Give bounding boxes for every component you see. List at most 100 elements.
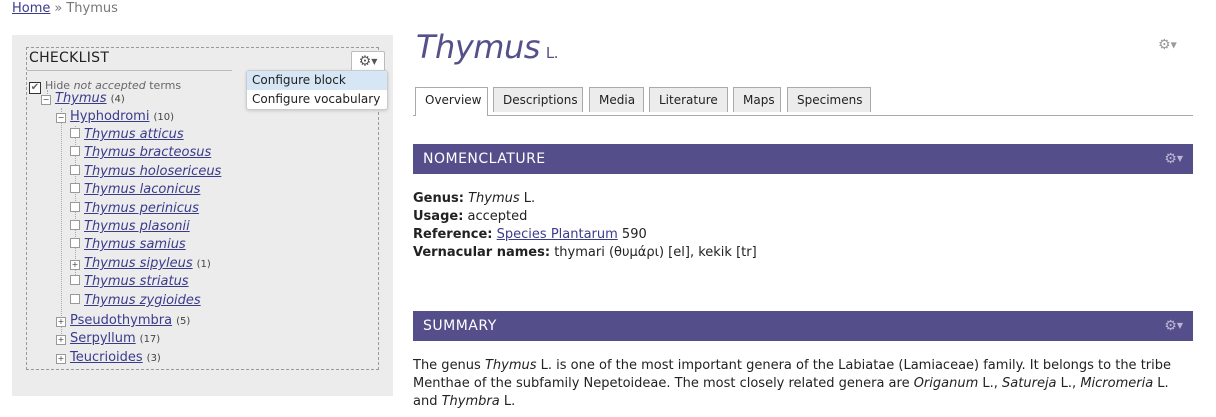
tree-link-hyphodromi[interactable]: Hyphodromi bbox=[70, 109, 149, 124]
collapse-icon[interactable]: − bbox=[41, 95, 51, 105]
leaf-icon bbox=[70, 220, 80, 230]
leaf-icon bbox=[70, 165, 80, 175]
summary-genus: Thymus bbox=[484, 358, 537, 373]
sidebar: CHECKLIST ⚙▼ Configure block Configure v… bbox=[12, 35, 393, 396]
leaf-icon bbox=[70, 202, 80, 212]
expand-icon[interactable]: + bbox=[70, 260, 80, 270]
tree-count: (4) bbox=[110, 94, 125, 105]
collapse-icon[interactable]: − bbox=[56, 113, 66, 123]
taxon-author: L. bbox=[545, 44, 559, 62]
tab-descriptions[interactable]: Descriptions bbox=[493, 87, 583, 112]
chevron-down-icon: ▼ bbox=[1176, 321, 1183, 330]
menu-item-configure-block[interactable]: Configure block bbox=[247, 71, 387, 90]
leaf-icon bbox=[70, 294, 80, 304]
usage-label: Usage: bbox=[413, 209, 464, 224]
tree-count: (10) bbox=[153, 112, 174, 123]
tree-link-thymus-laconicus[interactable]: Thymus laconicus bbox=[84, 182, 200, 197]
vernacular-value: thymari (θυμάρι) [el], kekik [tr] bbox=[550, 245, 757, 260]
gear-icon: ⚙ bbox=[1158, 37, 1171, 53]
summary-text: The genus Thymus L. is one of the most i… bbox=[413, 357, 1183, 411]
expand-icon[interactable]: + bbox=[56, 317, 66, 327]
tree-link-thymus-samius[interactable]: Thymus samius bbox=[84, 237, 186, 252]
tree-node-teucrioides: + Teucrioides (3) bbox=[56, 350, 161, 365]
tree-link-thymus-bracteosus[interactable]: Thymus bracteosus bbox=[84, 145, 211, 160]
chevron-down-icon: ▼ bbox=[371, 57, 378, 66]
summary-genus: Thymbra bbox=[441, 394, 500, 409]
tree-link-thymus-striatus[interactable]: Thymus striatus bbox=[84, 274, 189, 289]
tab-overview[interactable]: Overview bbox=[415, 87, 488, 116]
expand-icon[interactable]: + bbox=[56, 335, 66, 345]
nomenclature-header: NOMENCLATURE ⚙▼ bbox=[413, 144, 1193, 174]
gear-icon: ⚙ bbox=[358, 53, 372, 70]
tree-count: (1) bbox=[196, 259, 211, 270]
tree-node-pseudothymbra: + Pseudothymbra (5) bbox=[56, 313, 190, 328]
summary-text-part: L., bbox=[1056, 376, 1081, 391]
gear-icon: ⚙ bbox=[1164, 318, 1177, 334]
tab-maps[interactable]: Maps bbox=[733, 87, 781, 112]
hide-not-accepted-checkbox[interactable]: ✔ bbox=[29, 82, 41, 94]
tree-link-thymus-holosericeus[interactable]: Thymus holosericeus bbox=[84, 164, 221, 179]
reference-link[interactable]: Species Plantarum bbox=[497, 227, 618, 242]
summary-config-button[interactable]: ⚙▼ bbox=[1164, 311, 1183, 341]
tree-node-thymus-zygioides: Thymus zygioides bbox=[70, 293, 201, 308]
vernacular-row: Vernacular names: thymari (θυμάρι) [el],… bbox=[413, 244, 757, 262]
page-title: Thymus L. bbox=[416, 28, 559, 66]
tree-node-hyphodromi: − Hyphodromi (10) bbox=[56, 109, 174, 124]
checklist-config-button[interactable]: ⚙▼ bbox=[351, 51, 385, 72]
tab-media[interactable]: Media bbox=[589, 87, 644, 112]
page-config-button[interactable]: ⚙▼ bbox=[1158, 37, 1177, 53]
genus-row: Genus: Thymus L. bbox=[413, 190, 757, 208]
tree-link-thymus[interactable]: Thymus bbox=[55, 91, 107, 106]
tree-link-thymus-zygioides[interactable]: Thymus zygioides bbox=[84, 293, 201, 308]
tree-connector bbox=[61, 108, 62, 338]
tab-literature[interactable]: Literature bbox=[649, 87, 728, 112]
tree-node-thymus-bracteosus: Thymus bracteosus bbox=[70, 145, 211, 160]
checklist-title: CHECKLIST bbox=[29, 50, 110, 66]
leaf-icon bbox=[70, 183, 80, 193]
nomenclature-heading: NOMENCLATURE bbox=[423, 151, 546, 167]
reference-label: Reference: bbox=[413, 227, 493, 242]
tree-node-thymus-plasonii: Thymus plasonii bbox=[70, 219, 190, 234]
tree-count: (5) bbox=[176, 316, 191, 327]
tree-link-pseudothymbra[interactable]: Pseudothymbra bbox=[70, 313, 172, 328]
tree-link-serpyllum[interactable]: Serpyllum bbox=[70, 331, 136, 346]
nomenclature-content: Genus: Thymus L. Usage: accepted Referen… bbox=[413, 190, 757, 262]
nomenclature-config-button[interactable]: ⚙▼ bbox=[1164, 144, 1183, 174]
genus-author: L. bbox=[519, 191, 536, 206]
leaf-icon bbox=[70, 238, 80, 248]
tree-node-thymus-samius: Thymus samius bbox=[70, 237, 186, 252]
genus-value: Thymus bbox=[468, 191, 520, 206]
tab-bar: Overview Descriptions Media Literature M… bbox=[413, 87, 1193, 116]
expand-icon[interactable]: + bbox=[56, 354, 66, 364]
tree-node-thymus-atticus: Thymus atticus bbox=[70, 127, 184, 142]
tree-link-teucrioides[interactable]: Teucrioides bbox=[70, 350, 143, 365]
tree-link-thymus-plasonii[interactable]: Thymus plasonii bbox=[84, 219, 190, 234]
summary-text-part: The genus bbox=[413, 358, 485, 373]
tree-node-thymus-holosericeus: Thymus holosericeus bbox=[70, 164, 221, 179]
summary-text-part: L., bbox=[978, 376, 1003, 391]
menu-item-configure-vocabulary[interactable]: Configure vocabulary bbox=[247, 90, 387, 109]
chevron-down-icon: ▼ bbox=[1176, 154, 1183, 163]
leaf-icon bbox=[70, 146, 80, 156]
tree-node-thymus-perinicus: Thymus perinicus bbox=[70, 201, 199, 216]
breadcrumb-separator: » bbox=[54, 1, 63, 16]
config-dropdown-menu: Configure block Configure vocabulary bbox=[246, 70, 388, 110]
breadcrumb-current: Thymus bbox=[66, 1, 118, 16]
breadcrumb: Home » Thymus bbox=[12, 1, 118, 16]
leaf-icon bbox=[70, 275, 80, 285]
tree-link-thymus-atticus[interactable]: Thymus atticus bbox=[84, 127, 184, 142]
tree-link-thymus-perinicus[interactable]: Thymus perinicus bbox=[84, 201, 199, 216]
summary-header: SUMMARY ⚙▼ bbox=[413, 311, 1193, 341]
summary-genus: Origanum bbox=[913, 376, 979, 391]
summary-text-part: L. bbox=[499, 394, 516, 409]
leaf-icon bbox=[70, 128, 80, 138]
summary-heading: SUMMARY bbox=[423, 318, 497, 334]
tree-node-serpyllum: + Serpyllum (17) bbox=[56, 331, 160, 346]
tree-link-thymus-sipyleus[interactable]: Thymus sipyleus bbox=[84, 256, 193, 271]
vernacular-label: Vernacular names: bbox=[413, 245, 551, 260]
hide-terms-suffix: terms bbox=[145, 79, 182, 92]
breadcrumb-home-link[interactable]: Home bbox=[12, 1, 50, 16]
tab-specimens[interactable]: Specimens bbox=[787, 87, 871, 112]
tree-node-thymus-striatus: Thymus striatus bbox=[70, 274, 189, 289]
summary-genus: Satureja bbox=[1002, 376, 1057, 391]
